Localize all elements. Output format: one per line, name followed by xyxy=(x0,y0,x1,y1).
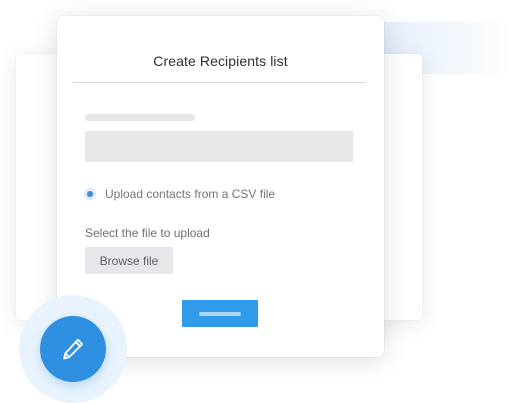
edit-fab-button[interactable] xyxy=(40,316,106,382)
title-divider xyxy=(73,82,366,83)
skeleton-text-field[interactable] xyxy=(85,131,353,162)
upload-csv-radio[interactable] xyxy=(84,188,96,200)
file-select-label: Select the file to upload xyxy=(85,226,210,240)
submit-label-placeholder xyxy=(199,311,241,316)
upload-csv-label: Upload contacts from a CSV file xyxy=(105,187,276,201)
dialog-title: Create Recipients list xyxy=(153,53,288,69)
skeleton-field-label xyxy=(85,114,195,121)
submit-button[interactable] xyxy=(182,300,258,327)
upload-csv-option[interactable]: Upload contacts from a CSV file xyxy=(84,186,275,202)
pencil-icon xyxy=(60,336,86,362)
radio-selected-dot xyxy=(87,191,93,197)
browse-file-button[interactable]: Browse file xyxy=(85,247,173,274)
